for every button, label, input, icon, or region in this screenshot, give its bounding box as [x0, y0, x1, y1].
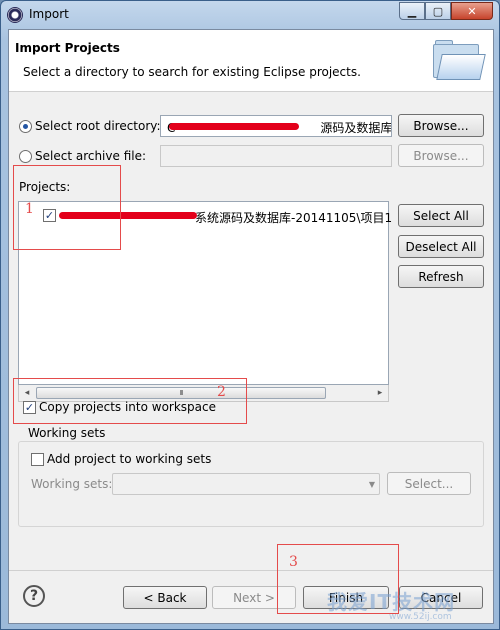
- root-directory-radio[interactable]: [19, 120, 32, 133]
- archive-file-label: Select archive file:: [35, 149, 147, 163]
- page-description: Select a directory to search for existin…: [23, 65, 361, 79]
- archive-file-input[interactable]: [160, 145, 392, 167]
- back-button[interactable]: < Back: [123, 586, 207, 609]
- browse-root-button[interactable]: Browse...: [398, 114, 484, 137]
- working-sets-title: Working sets: [25, 426, 109, 440]
- minimize-icon: ▁: [407, 4, 417, 18]
- browse-archive-button[interactable]: Browse...: [398, 144, 484, 167]
- import-dialog-window: Import ▁ ▢ ✕ Import Projects Select a di…: [0, 0, 500, 630]
- annotation-number-1: 1: [25, 201, 34, 217]
- scroll-right-icon[interactable]: ▸: [372, 385, 388, 401]
- footer-separator: [9, 570, 493, 571]
- window-title: Import: [29, 7, 69, 21]
- working-sets-combo[interactable]: ▼: [112, 473, 380, 495]
- select-all-button[interactable]: Select All: [398, 204, 484, 227]
- minimize-button[interactable]: ▁: [399, 2, 425, 20]
- redaction-mark: [169, 123, 299, 130]
- annotation-number-3: 3: [289, 554, 298, 570]
- close-icon: ✕: [467, 4, 477, 18]
- wizard-header: Import Projects Select a directory to se…: [9, 30, 493, 92]
- add-to-working-sets-checkbox[interactable]: [31, 453, 44, 466]
- folder-icon: [431, 38, 486, 82]
- select-working-sets-button[interactable]: Select...: [387, 472, 471, 495]
- close-button[interactable]: ✕: [451, 2, 493, 20]
- root-directory-label: Select root directory:: [35, 119, 161, 133]
- annotation-box-2: [13, 378, 247, 424]
- chevron-down-icon: ▼: [368, 480, 375, 489]
- working-sets-field-label: Working sets:: [31, 477, 113, 491]
- maximize-icon: ▢: [432, 4, 444, 18]
- deselect-all-button[interactable]: Deselect All: [398, 235, 484, 258]
- refresh-button[interactable]: Refresh: [398, 265, 484, 288]
- maximize-button[interactable]: ▢: [425, 2, 451, 20]
- title-bar[interactable]: Import ▁ ▢ ✕: [1, 1, 499, 29]
- project-name: 系统源码及数据库-20141105\项目1: [195, 211, 393, 225]
- annotation-number-2: 2: [217, 384, 226, 400]
- archive-file-radio[interactable]: [19, 150, 32, 163]
- add-to-working-sets-label: Add project to working sets: [47, 452, 212, 466]
- window-controls: ▁ ▢ ✕: [399, 2, 493, 20]
- eclipse-icon: [7, 7, 23, 23]
- dialog-content: Import Projects Select a directory to se…: [8, 29, 494, 624]
- help-icon[interactable]: ?: [23, 585, 45, 607]
- page-title: Import Projects: [15, 41, 120, 55]
